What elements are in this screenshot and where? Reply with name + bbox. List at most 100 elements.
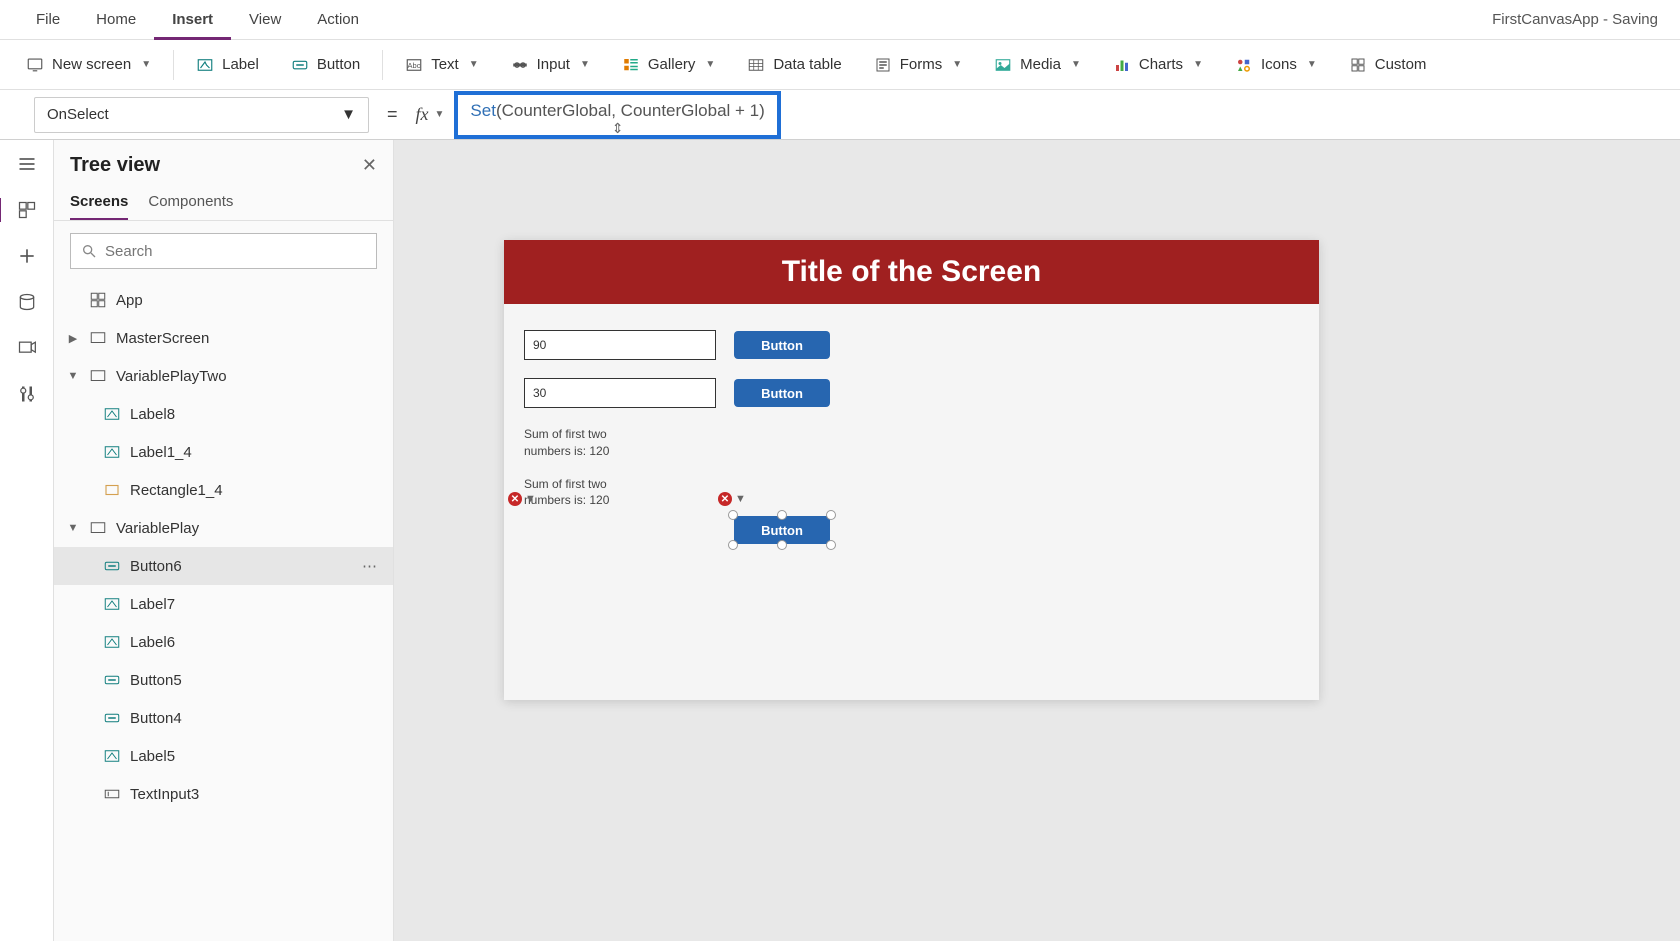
app-icon bbox=[88, 290, 108, 310]
custom-icon bbox=[1349, 56, 1367, 74]
tab-components[interactable]: Components bbox=[148, 185, 233, 220]
button-icon bbox=[291, 56, 309, 74]
tree-node-label7[interactable]: Label7 bbox=[54, 585, 393, 623]
tree-node-button4[interactable]: Button4 bbox=[54, 699, 393, 737]
label-icon bbox=[196, 56, 214, 74]
canvas-area[interactable]: Title of the Screen Button Button Sum of… bbox=[394, 140, 1680, 941]
label-icon bbox=[102, 632, 122, 652]
tree-view-title: Tree view bbox=[70, 154, 160, 177]
textinput-icon bbox=[102, 784, 122, 804]
screen-icon bbox=[88, 328, 108, 348]
resize-handle[interactable] bbox=[728, 540, 738, 550]
tree-node-label1-4[interactable]: Label1_4 bbox=[54, 433, 393, 471]
tree-node-label8[interactable]: Label8 bbox=[54, 395, 393, 433]
button-icon bbox=[102, 670, 122, 690]
canvas-button-2[interactable]: Button bbox=[734, 379, 830, 407]
insert-custom-button[interactable]: Custom bbox=[1335, 48, 1441, 82]
menu-bar: File Home Insert View Action FirstCanvas… bbox=[0, 0, 1680, 40]
resize-handle[interactable] bbox=[777, 510, 787, 520]
menu-insert[interactable]: Insert bbox=[154, 0, 231, 40]
ribbon: New screen▼ Label Button Abc Text▼ Input… bbox=[0, 40, 1680, 90]
text-icon: Abc bbox=[405, 56, 423, 74]
chevron-down-icon: ▼ bbox=[525, 493, 536, 505]
resize-handle[interactable] bbox=[728, 510, 738, 520]
canvas-screen[interactable]: Title of the Screen Button Button Sum of… bbox=[504, 240, 1319, 700]
resize-handle[interactable] bbox=[826, 510, 836, 520]
canvas-textinput-1[interactable] bbox=[524, 330, 716, 360]
formula-input[interactable]: Set(CounterGlobal, CounterGlobal + 1) ⇕ bbox=[454, 91, 780, 139]
screen-icon bbox=[26, 56, 44, 74]
close-icon[interactable]: ✕ bbox=[362, 155, 377, 176]
gallery-icon bbox=[622, 56, 640, 74]
menu-home[interactable]: Home bbox=[78, 0, 154, 40]
error-icon: ✕ bbox=[508, 492, 522, 506]
formula-bar: OnSelect ▼ = fx ▼ Set(CounterGlobal, Cou… bbox=[0, 90, 1680, 140]
tree-node-button5[interactable]: Button5 bbox=[54, 661, 393, 699]
tree-node-textinput3[interactable]: TextInput3 bbox=[54, 775, 393, 813]
hamburger-icon[interactable] bbox=[15, 152, 39, 176]
error-badge-1[interactable]: ✕ ▼ bbox=[508, 492, 536, 506]
tree-node-app[interactable]: App bbox=[54, 281, 393, 319]
tree-node-variableplay[interactable]: ▼ VariablePlay bbox=[54, 509, 393, 547]
tree-node-rectangle1-4[interactable]: Rectangle1_4 bbox=[54, 471, 393, 509]
chevron-down-icon[interactable]: ▼ bbox=[435, 109, 445, 120]
data-rail[interactable] bbox=[15, 290, 39, 314]
media-rail[interactable] bbox=[15, 336, 39, 360]
canvas-sum-label-1[interactable]: Sum of first two numbers is: 120 bbox=[524, 426, 614, 460]
tab-screens[interactable]: Screens bbox=[70, 185, 128, 220]
icons-icon bbox=[1235, 56, 1253, 74]
insert-gallery-button[interactable]: Gallery▼ bbox=[608, 48, 729, 82]
input-icon bbox=[511, 56, 529, 74]
charts-icon bbox=[1113, 56, 1131, 74]
menu-action[interactable]: Action bbox=[299, 0, 377, 40]
search-input[interactable] bbox=[70, 233, 377, 269]
button-icon bbox=[102, 708, 122, 728]
screen-icon bbox=[88, 518, 108, 538]
tree-node-variableplaytwo[interactable]: ▼ VariablePlayTwo bbox=[54, 357, 393, 395]
new-screen-button[interactable]: New screen▼ bbox=[12, 48, 165, 82]
chevron-down-icon[interactable]: ▼ bbox=[66, 522, 80, 534]
resize-handle[interactable] bbox=[826, 540, 836, 550]
left-rail bbox=[0, 140, 54, 941]
canvas-button-1[interactable]: Button bbox=[734, 331, 830, 359]
resize-handle[interactable] bbox=[777, 540, 787, 550]
rectangle-icon bbox=[102, 480, 122, 500]
canvas-sum-label-2[interactable]: Sum of first two numbers is: 120 bbox=[524, 476, 614, 510]
insert-forms-button[interactable]: Forms▼ bbox=[860, 48, 976, 82]
canvas-selected-control[interactable]: Button bbox=[734, 516, 830, 544]
screen-icon bbox=[88, 366, 108, 386]
insert-icons-button[interactable]: Icons▼ bbox=[1221, 48, 1331, 82]
insert-media-button[interactable]: Media▼ bbox=[980, 48, 1095, 82]
insert-datatable-button[interactable]: Data table bbox=[733, 48, 855, 82]
media-icon bbox=[994, 56, 1012, 74]
more-icon[interactable]: ⋯ bbox=[362, 557, 379, 575]
tree-node-button6[interactable]: Button6 ⋯ bbox=[54, 547, 393, 585]
tree-node-label6[interactable]: Label6 bbox=[54, 623, 393, 661]
insert-rail[interactable] bbox=[15, 244, 39, 268]
tree-node-label5[interactable]: Label5 bbox=[54, 737, 393, 775]
insert-input-button[interactable]: Input▼ bbox=[497, 48, 604, 82]
resize-handle-icon[interactable]: ⇕ bbox=[612, 120, 624, 137]
menu-file[interactable]: File bbox=[18, 0, 78, 40]
insert-charts-button[interactable]: Charts▼ bbox=[1099, 48, 1217, 82]
button-icon bbox=[102, 556, 122, 576]
insert-button-button[interactable]: Button bbox=[277, 48, 374, 82]
error-badge-2[interactable]: ✕ ▼ bbox=[718, 492, 746, 506]
screen-title-bar[interactable]: Title of the Screen bbox=[504, 240, 1319, 304]
insert-label-button[interactable]: Label bbox=[182, 48, 273, 82]
fx-icon[interactable]: fx bbox=[416, 104, 429, 125]
insert-text-button[interactable]: Abc Text▼ bbox=[391, 48, 492, 82]
advanced-rail[interactable] bbox=[15, 382, 39, 406]
table-icon bbox=[747, 56, 765, 74]
error-icon: ✕ bbox=[718, 492, 732, 506]
chevron-down-icon[interactable]: ▼ bbox=[66, 370, 80, 382]
property-selector[interactable]: OnSelect ▼ bbox=[34, 97, 369, 133]
tree-view-rail[interactable] bbox=[0, 198, 52, 222]
tree-node-masterscreen[interactable]: ▶ MasterScreen bbox=[54, 319, 393, 357]
label-icon bbox=[102, 442, 122, 462]
label-icon bbox=[102, 594, 122, 614]
label-icon bbox=[102, 404, 122, 424]
canvas-textinput-2[interactable] bbox=[524, 378, 716, 408]
chevron-right-icon[interactable]: ▶ bbox=[66, 332, 80, 345]
menu-view[interactable]: View bbox=[231, 0, 299, 40]
